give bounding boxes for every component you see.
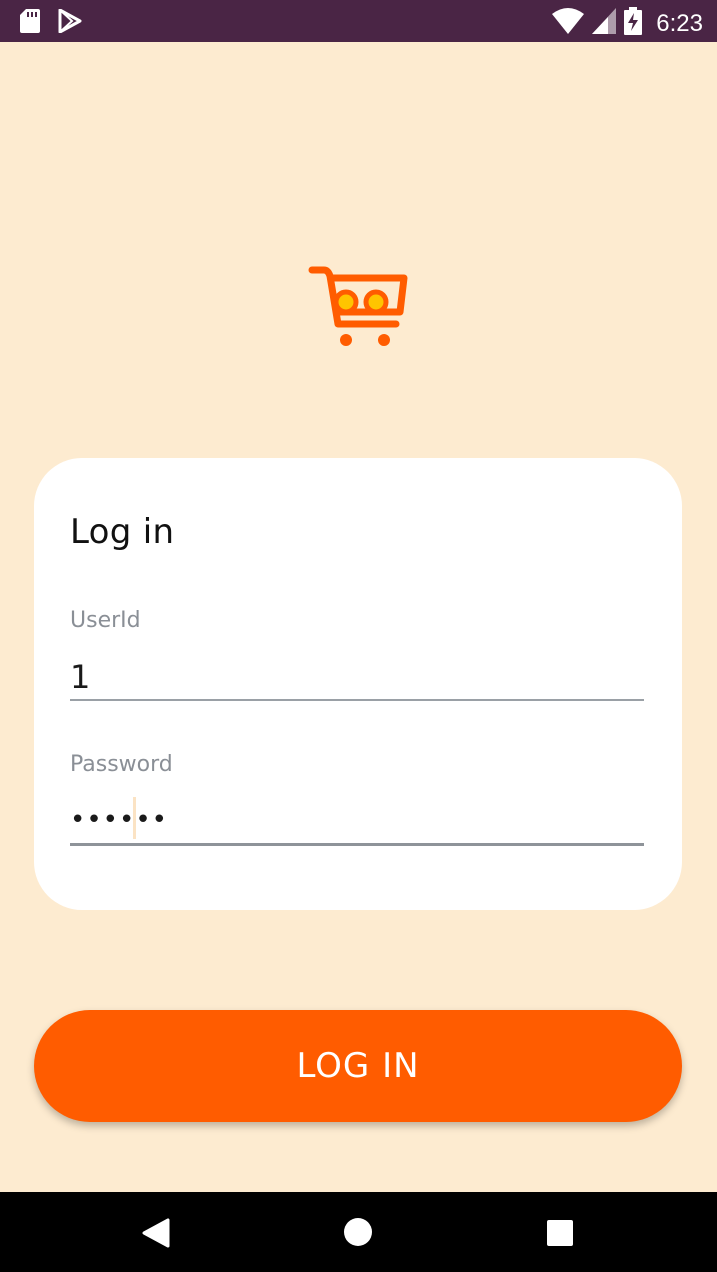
wifi-icon <box>552 8 585 39</box>
shopping-cart-logo-icon <box>308 264 412 350</box>
status-left-icons <box>20 8 82 38</box>
navigation-bar <box>0 1192 717 1272</box>
back-icon[interactable] <box>142 1218 170 1253</box>
battery-charging-icon <box>624 7 643 40</box>
password-label: Password <box>70 752 173 777</box>
status-time: 6:23 <box>656 9 703 37</box>
card-title: Log in <box>70 512 175 552</box>
play-store-icon <box>58 8 82 38</box>
login-button[interactable]: LOG IN <box>34 1010 682 1122</box>
userid-input[interactable] <box>70 654 644 700</box>
userid-underline <box>70 699 644 701</box>
status-bar: 6:23 <box>0 0 717 42</box>
text-cursor <box>133 797 136 839</box>
recents-icon[interactable] <box>547 1220 573 1246</box>
home-icon[interactable] <box>344 1218 372 1246</box>
password-underline <box>70 843 644 846</box>
password-input[interactable] <box>70 797 644 843</box>
status-right-icons: 6:23 <box>552 7 703 40</box>
login-card: Log in UserId Password <box>34 458 682 910</box>
userid-label: UserId <box>70 608 141 633</box>
sd-card-icon <box>20 9 40 38</box>
signal-icon <box>592 8 617 39</box>
